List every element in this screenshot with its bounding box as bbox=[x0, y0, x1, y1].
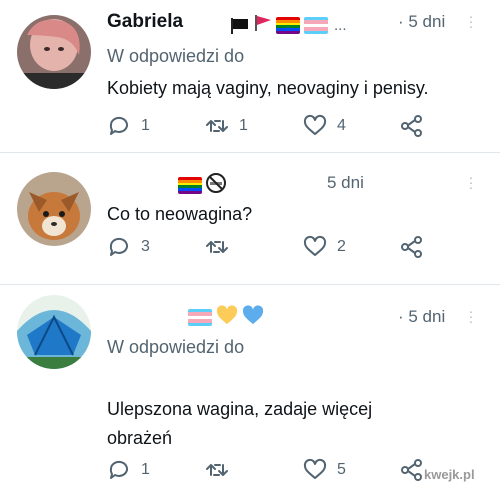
like-button[interactable]: 2 bbox=[303, 235, 346, 259]
emoji-ellipsis: ... bbox=[334, 17, 347, 34]
more-icon[interactable]: · · · bbox=[468, 304, 474, 328]
blue-heart-icon bbox=[242, 305, 264, 330]
like-count: 2 bbox=[337, 238, 346, 255]
author-name[interactable]: Gabriela bbox=[107, 11, 183, 33]
timestamp[interactable]: · 5 dni bbox=[398, 307, 445, 327]
retweet-icon bbox=[206, 464, 228, 476]
tweet-actions: 3 2 bbox=[0, 235, 500, 265]
share-button[interactable] bbox=[400, 114, 424, 138]
share-icon bbox=[401, 459, 422, 481]
heart-icon bbox=[303, 114, 327, 135]
reply-to-label: W odpowiedzi do bbox=[107, 337, 245, 357]
profile-emojis bbox=[188, 305, 264, 330]
like-button[interactable]: 4 bbox=[303, 114, 346, 138]
heart-icon bbox=[303, 235, 327, 256]
like-count: 5 bbox=[337, 461, 346, 478]
tweet-1[interactable]: Gabriela ... · 5 dni · · · W odpowiedzi do… bbox=[0, 0, 500, 150]
red-flag-icon bbox=[254, 15, 272, 36]
reply-count: 1 bbox=[141, 117, 150, 134]
retweet-icon bbox=[206, 120, 228, 132]
tweet-2[interactable]: 5 dni · · · Co to neowagina? 3 2 bbox=[0, 153, 500, 283]
share-button[interactable] bbox=[400, 235, 424, 259]
black-flag-icon bbox=[230, 18, 250, 34]
reply-button[interactable]: 3 bbox=[107, 235, 150, 259]
reply-button[interactable]: 1 bbox=[107, 114, 150, 138]
reply-icon bbox=[109, 460, 128, 479]
retweet-icon bbox=[206, 241, 228, 253]
more-icon[interactable]: · · · bbox=[468, 170, 474, 194]
more-icon[interactable]: · · · bbox=[468, 9, 474, 33]
avatar[interactable] bbox=[17, 15, 91, 89]
retweet-button[interactable] bbox=[205, 458, 239, 482]
profile-emojis: ... bbox=[230, 15, 347, 36]
avatar[interactable] bbox=[17, 295, 91, 369]
transgender-flag-icon bbox=[188, 309, 212, 326]
heart-icon bbox=[303, 458, 327, 479]
retweet-button[interactable] bbox=[205, 235, 239, 259]
tweet-actions: 1 1 4 bbox=[0, 114, 500, 144]
tweet-3[interactable]: · 5 dni · · · W odpowiedzi do Ulepszona wa… bbox=[0, 285, 500, 495]
reply-icon bbox=[109, 237, 128, 256]
rainbow-flag-icon bbox=[276, 17, 300, 34]
like-count: 4 bbox=[337, 117, 346, 134]
profile-emojis bbox=[178, 173, 226, 198]
yellow-heart-icon bbox=[216, 305, 238, 330]
share-button[interactable] bbox=[400, 458, 424, 482]
no-smoking-icon bbox=[206, 173, 226, 198]
tweet-text-line-1: Ulepszona wagina, zadaje więcej bbox=[107, 399, 373, 419]
retweet-button[interactable]: 1 bbox=[205, 114, 248, 138]
reply-count: 1 bbox=[141, 461, 150, 478]
reply-button[interactable]: 1 bbox=[107, 458, 150, 482]
retweet-count: 1 bbox=[239, 117, 248, 134]
timestamp[interactable]: 5 dni bbox=[327, 173, 364, 193]
reply-to-label: W odpowiedzi do bbox=[107, 46, 245, 66]
rainbow-flag-icon bbox=[178, 177, 202, 194]
tweet-text: Kobiety mają vaginy, neovaginy i penisy. bbox=[107, 78, 429, 98]
tweet-text: Co to neowagina? bbox=[107, 204, 253, 224]
like-button[interactable]: 5 bbox=[303, 458, 346, 482]
transgender-flag-icon bbox=[304, 17, 328, 34]
timestamp[interactable]: · 5 dni bbox=[398, 12, 445, 32]
reply-icon bbox=[109, 116, 128, 135]
reply-count: 3 bbox=[141, 238, 150, 255]
share-icon bbox=[401, 115, 422, 137]
watermark: kwejk.pl bbox=[424, 467, 475, 482]
share-icon bbox=[401, 236, 422, 258]
tweet-text-line-2: obrażeń bbox=[107, 428, 173, 448]
